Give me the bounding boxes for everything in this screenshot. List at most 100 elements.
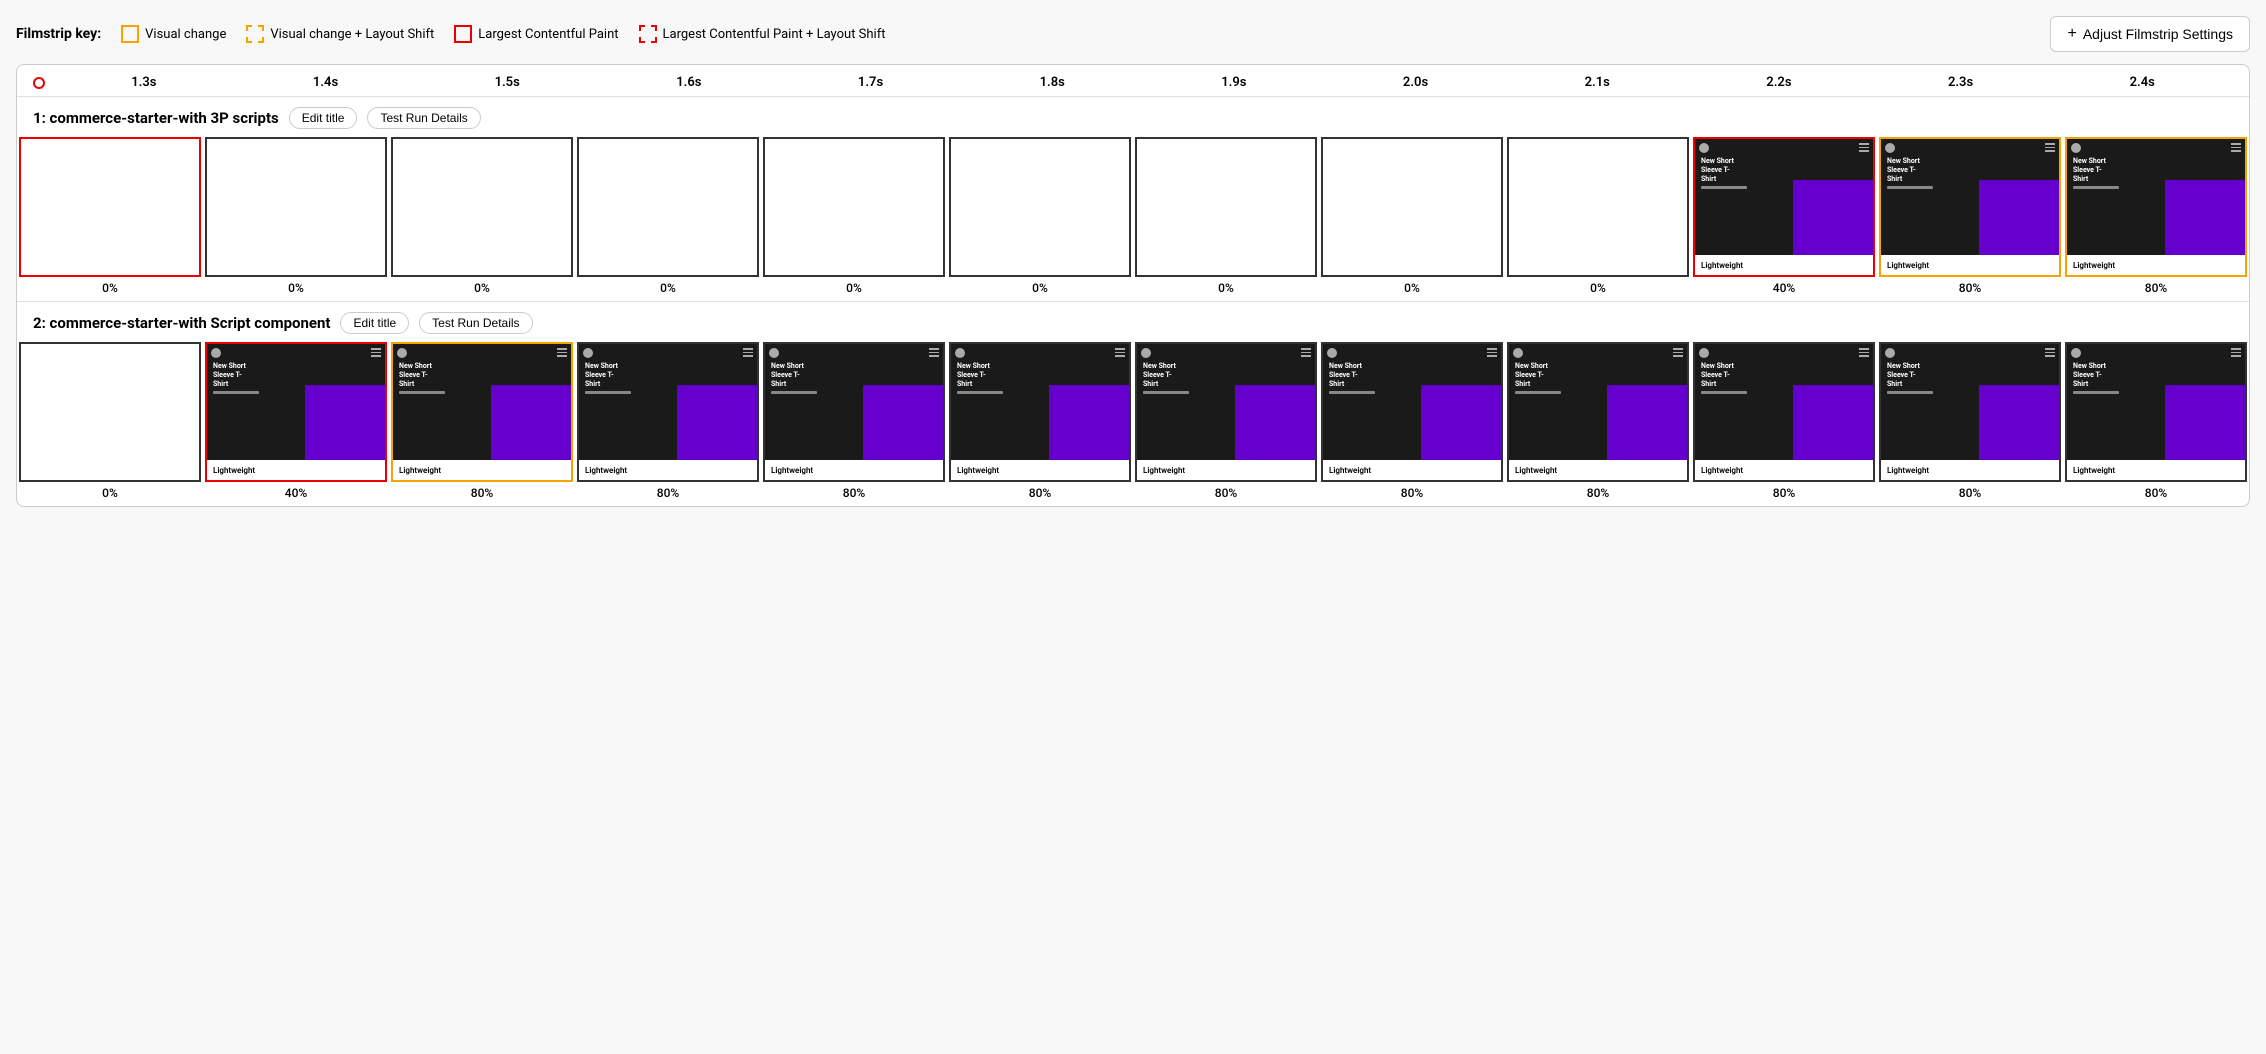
frame-percent-r2-f10: 80% [1773,486,1795,500]
visual-change-layout-label: Visual change + Layout Shift [270,27,434,42]
frame-box-r1-f8[interactable] [1321,137,1503,277]
frame-percent-r2-f6: 80% [1029,486,1051,500]
frame-percent-r2-f3: 80% [471,486,493,500]
timeline-tick-4: 1.7s [780,75,962,90]
key-item-visual-change: Visual change [121,25,226,43]
frame-box-r1-f9[interactable] [1507,137,1689,277]
frame-box-r1-f4[interactable] [577,137,759,277]
frame-box-r2-f9[interactable]: New ShortSleeve T-ShirtLightweight [1507,342,1689,482]
adjust-filmstrip-button[interactable]: + Adjust Filmstrip Settings [2050,16,2250,52]
frame-percent-r2-f1: 0% [102,486,118,500]
frame-cell-r2-f12[interactable]: New ShortSleeve T-ShirtLightweight 80% [2063,342,2249,506]
row-header-1: 1: commerce-starter-with 3P scripts Edit … [17,107,2249,137]
frame-percent-r1-f1: 0% [102,281,118,295]
frame-cell-r2-f4[interactable]: New ShortSleeve T-ShirtLightweight 80% [575,342,761,506]
frame-box-r2-f1[interactable] [19,342,201,482]
frame-box-r1-f7[interactable] [1135,137,1317,277]
frame-box-r2-f11[interactable]: New ShortSleeve T-ShirtLightweight [1879,342,2061,482]
top-bar: Filmstrip key: Visual change Visual chan… [16,16,2250,52]
test-run-details-button-2[interactable]: Test Run Details [419,312,532,334]
frame-cell-r2-f1[interactable]: 0% [17,342,203,506]
frame-percent-r2-f2: 40% [285,486,307,500]
frame-percent-r1-f7: 0% [1218,281,1234,295]
frame-cell-r1-f11[interactable]: New ShortSleeve T-ShirtLightweight80% [1877,137,2063,301]
timeline-tick-7: 2.0s [1325,75,1507,90]
frame-percent-r1-f6: 0% [1032,281,1048,295]
timeline-header: 1.3s1.4s1.5s1.6s1.7s1.8s1.9s2.0s2.1s2.2s… [17,65,2249,97]
frame-box-r2-f2[interactable]: New ShortSleeve T-ShirtLightweight [205,342,387,482]
timeline-tick-10: 2.3s [1870,75,2052,90]
frame-box-r1-f1[interactable] [19,137,201,277]
frame-cell-r2-f5[interactable]: New ShortSleeve T-ShirtLightweight 80% [761,342,947,506]
edit-title-button-2[interactable]: Edit title [340,312,409,334]
adjust-btn-label: Adjust Filmstrip Settings [2083,26,2233,42]
frame-percent-r2-f5: 80% [843,486,865,500]
timeline-ticks: 1.3s1.4s1.5s1.6s1.7s1.8s1.9s2.0s2.1s2.2s… [53,75,2233,90]
frame-box-r2-f8[interactable]: New ShortSleeve T-ShirtLightweight [1321,342,1503,482]
frame-cell-r2-f3[interactable]: New ShortSleeve T-ShirtLightweight 80% [389,342,575,506]
timeline-tick-9: 2.2s [1688,75,1870,90]
test-run-details-button-1[interactable]: Test Run Details [367,107,480,129]
visual-change-layout-icon [246,25,264,43]
frame-cell-r2-f9[interactable]: New ShortSleeve T-ShirtLightweight80% [1505,342,1691,506]
frame-cell-r2-f11[interactable]: New ShortSleeve T-ShirtLightweight 80% [1877,342,2063,506]
timeline-tick-0: 1.3s [53,75,235,90]
timeline-tick-1: 1.4s [235,75,417,90]
frame-box-r2-f6[interactable]: New ShortSleeve T-ShirtLightweight [949,342,1131,482]
frame-percent-r2-f7: 80% [1215,486,1237,500]
frame-cell-r2-f7[interactable]: New ShortSleeve T-ShirtLightweight 80% [1133,342,1319,506]
lcp-layout-icon [639,25,657,43]
frame-percent-r2-f4: 80% [657,486,679,500]
frame-cell-r1-f12[interactable]: New ShortSleeve T-ShirtLightweight80% [2063,137,2249,301]
frame-box-r1-f5[interactable] [763,137,945,277]
timeline-dot [33,77,45,89]
row-section-1: 1: commerce-starter-with 3P scripts Edit … [17,97,2249,302]
plus-icon: + [2067,25,2076,43]
lcp-icon [454,25,472,43]
frame-cell-r1-f2[interactable]: 0% [203,137,389,301]
key-item-visual-change-layout: Visual change + Layout Shift [246,25,434,43]
lcp-label: Largest Contentful Paint [478,27,618,42]
frame-percent-r2-f8: 80% [1401,486,1423,500]
visual-change-label: Visual change [145,27,226,42]
row-title-2: 2: commerce-starter-with Script componen… [33,314,330,332]
frame-percent-r1-f5: 0% [846,281,862,295]
filmstrip-key-label: Filmstrip key: [16,26,101,42]
frame-box-r1-f2[interactable] [205,137,387,277]
frame-percent-r2-f11: 80% [1959,486,1981,500]
frame-cell-r2-f2[interactable]: New ShortSleeve T-ShirtLightweight 40% [203,342,389,506]
frame-box-r2-f7[interactable]: New ShortSleeve T-ShirtLightweight [1135,342,1317,482]
frame-percent-r1-f9: 0% [1590,281,1606,295]
frame-percent-r1-f8: 0% [1404,281,1420,295]
frame-percent-r1-f2: 0% [288,281,304,295]
frame-cell-r1-f3[interactable]: 0% [389,137,575,301]
frame-percent-r2-f12: 80% [2145,486,2167,500]
filmstrip-key: Filmstrip key: Visual change Visual chan… [16,25,885,43]
frame-cell-r1-f6[interactable]: 0% [947,137,1133,301]
frame-cell-r1-f10[interactable]: New ShortSleeve T-ShirtLightweight40% [1691,137,1877,301]
frame-cell-r1-f9[interactable]: 0% [1505,137,1691,301]
frame-cell-r1-f4[interactable]: 0% [575,137,761,301]
frame-cell-r1-f1[interactable]: 0% [17,137,203,301]
frame-cell-r2-f10[interactable]: New ShortSleeve T-ShirtLightweight 80% [1691,342,1877,506]
frame-box-r1-f12[interactable]: New ShortSleeve T-ShirtLightweight [2065,137,2247,277]
frame-cell-r2-f6[interactable]: New ShortSleeve T-ShirtLightweight 80% [947,342,1133,506]
frame-cell-r1-f7[interactable]: 0% [1133,137,1319,301]
timeline-tick-8: 2.1s [1506,75,1688,90]
frame-box-r1-f6[interactable] [949,137,1131,277]
frame-box-r1-f10[interactable]: New ShortSleeve T-ShirtLightweight [1693,137,1875,277]
frame-cell-r1-f8[interactable]: 0% [1319,137,1505,301]
frame-box-r2-f10[interactable]: New ShortSleeve T-ShirtLightweight [1693,342,1875,482]
frame-box-r2-f12[interactable]: New ShortSleeve T-ShirtLightweight [2065,342,2247,482]
frame-cell-r1-f5[interactable]: 0% [761,137,947,301]
frame-box-r2-f5[interactable]: New ShortSleeve T-ShirtLightweight [763,342,945,482]
timeline-tick-2: 1.5s [416,75,598,90]
row-title-1: 1: commerce-starter-with 3P scripts [33,109,279,127]
frame-cell-r2-f8[interactable]: New ShortSleeve T-ShirtLightweight 80% [1319,342,1505,506]
edit-title-button-1[interactable]: Edit title [289,107,358,129]
frame-box-r1-f11[interactable]: New ShortSleeve T-ShirtLightweight [1879,137,2061,277]
frame-box-r2-f4[interactable]: New ShortSleeve T-ShirtLightweight [577,342,759,482]
frame-box-r2-f3[interactable]: New ShortSleeve T-ShirtLightweight [391,342,573,482]
row-section-2: 2: commerce-starter-with Script componen… [17,302,2249,506]
frame-box-r1-f3[interactable] [391,137,573,277]
